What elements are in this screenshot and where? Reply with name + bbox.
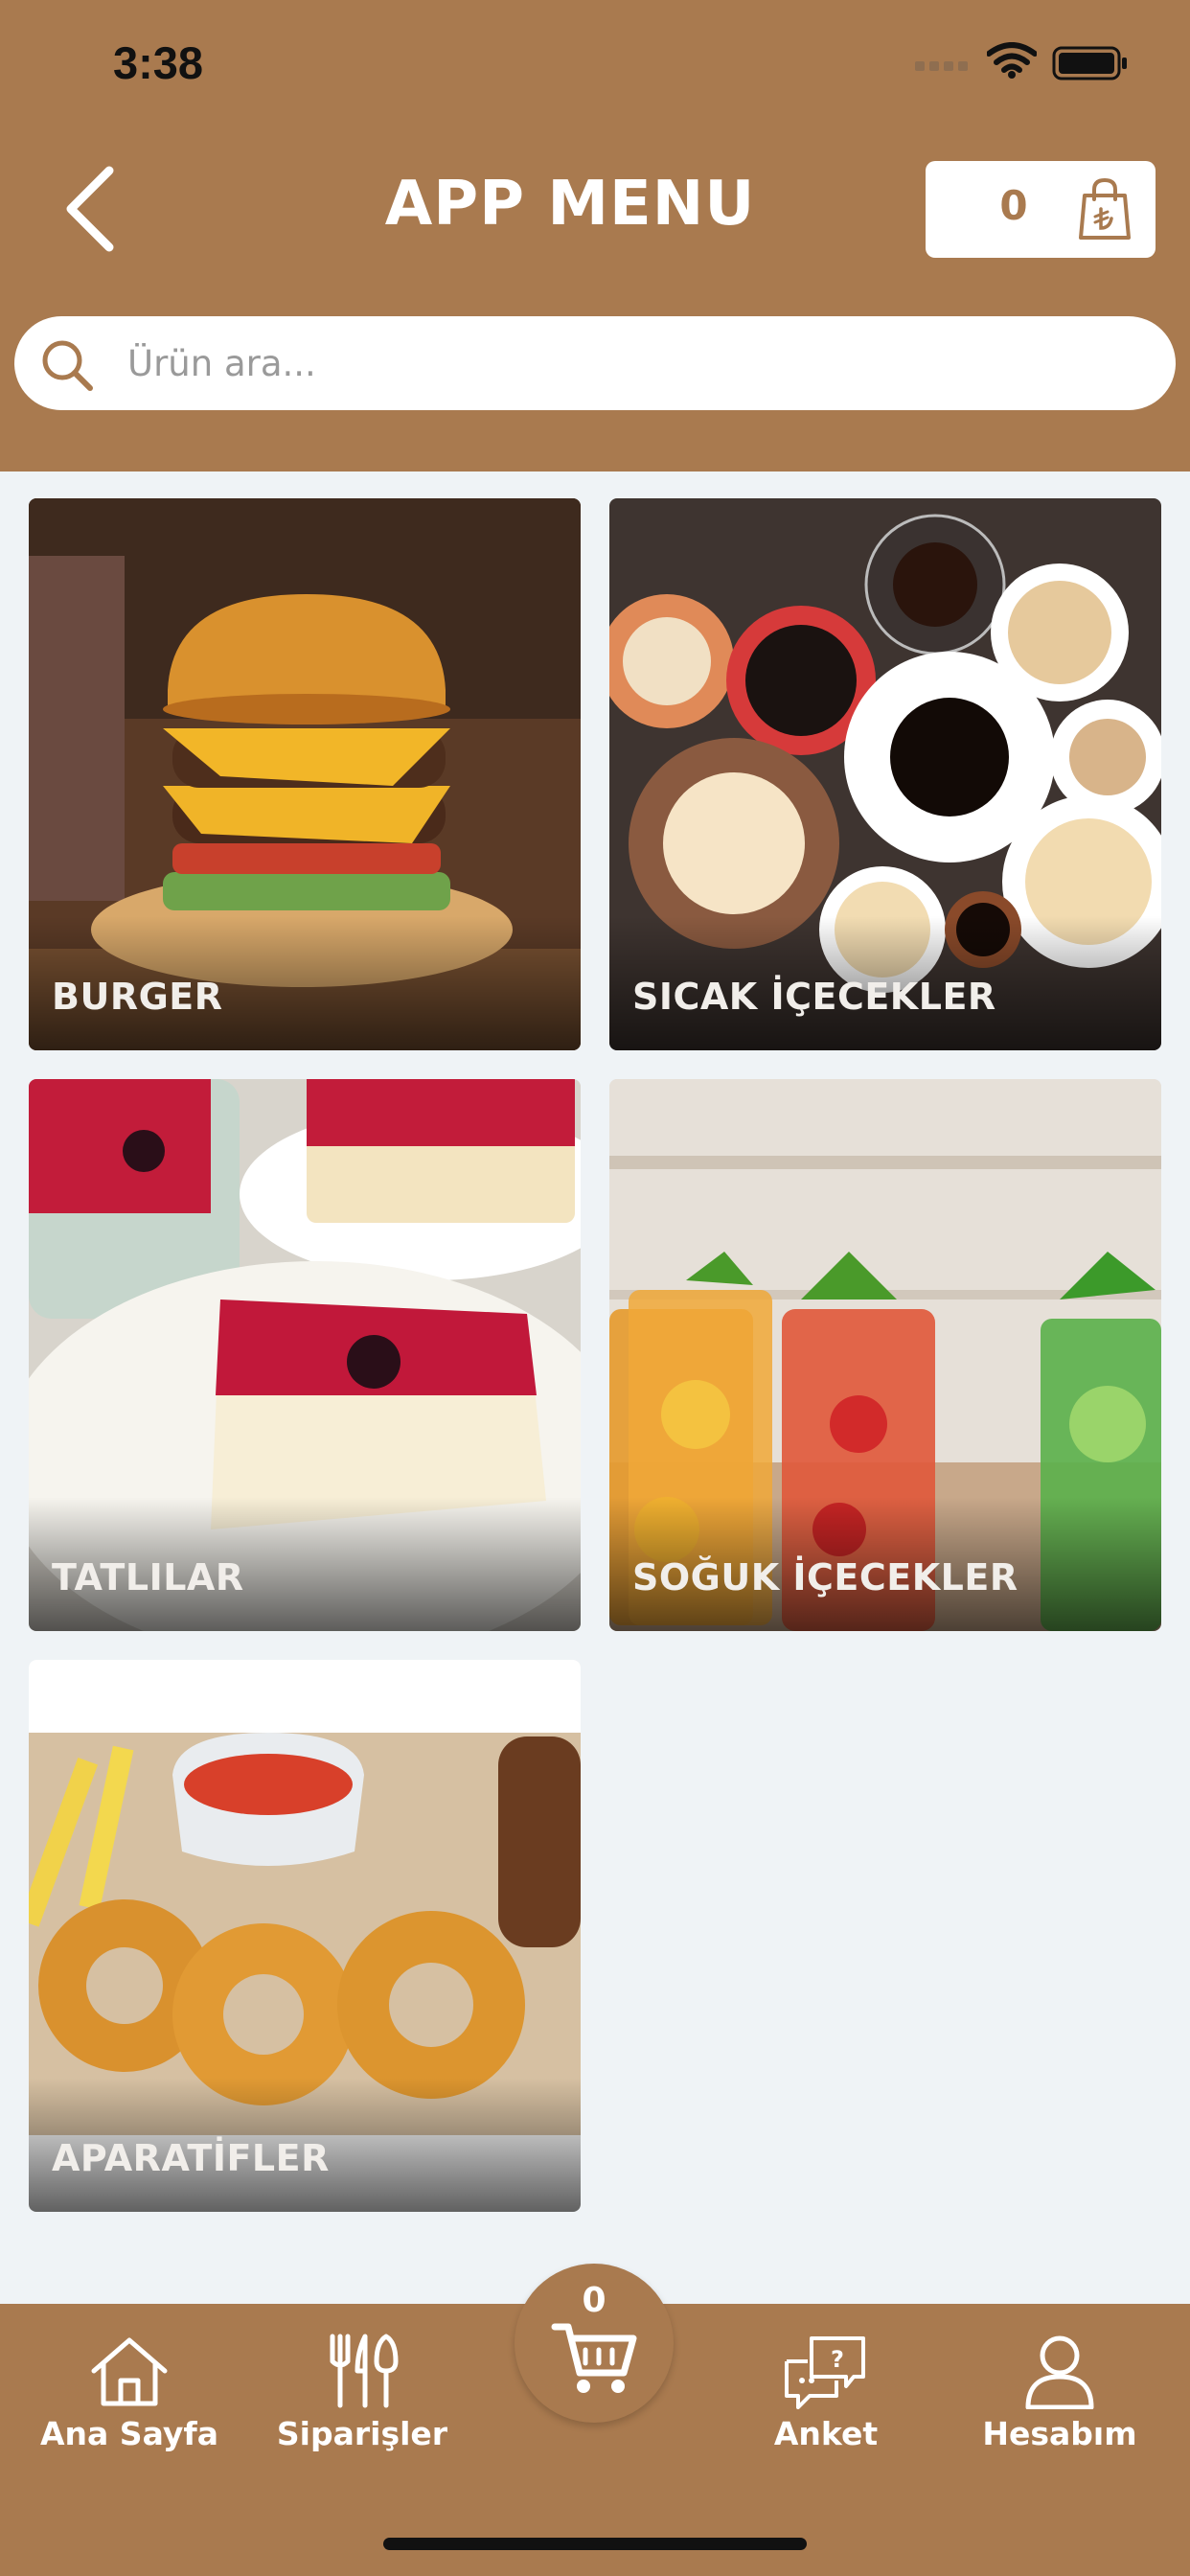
category-card-sicak-icecekler[interactable]: SICAK İÇECEKLER [609,498,1161,1050]
search-bar [14,316,1176,410]
back-button[interactable] [57,161,134,257]
category-card-tatlilar[interactable]: TATLILAR [29,1079,581,1631]
shopping-cart-icon [551,2323,637,2393]
signal-icon [915,61,968,71]
chevron-left-icon [66,166,114,252]
header-cart-button[interactable]: 0 [926,161,1156,258]
category-label: APARATİFLER [52,2137,330,2179]
category-card-burger[interactable]: BURGER [29,498,581,1050]
user-icon [1025,2335,1094,2409]
app-header: 3:38 APP MENU 0 [0,0,1190,472]
page-title: APP MENU [384,169,756,240]
status-time: 3:38 [113,37,204,88]
category-label: TATLILAR [52,1556,244,1598]
chat-question-icon: ? [785,2336,865,2409]
svg-text:?: ? [831,2346,844,2373]
lira-bag-icon [1079,178,1131,240]
cart-fab-button[interactable]: 0 [515,2264,674,2423]
tab-label: Ana Sayfa [40,2415,218,2452]
tab-ana-sayfa[interactable]: Ana Sayfa [24,2333,235,2467]
search-icon [42,340,93,391]
fab-cart-count: 0 [582,2281,606,2320]
battery-icon [1052,46,1127,80]
wifi-icon [987,42,1037,79]
category-label: SOĞUK İÇECEKLER [632,1556,1018,1598]
tab-siparisler[interactable]: Siparişler [257,2333,468,2467]
tab-anket[interactable]: ? Anket [721,2333,931,2467]
tab-hesabim[interactable]: Hesabım [954,2333,1165,2467]
category-label: BURGER [52,976,223,1018]
category-label: SICAK İÇECEKLER [632,976,996,1018]
home-icon [91,2337,168,2406]
cart-count: 0 [999,182,1028,229]
tab-label: Anket [773,2415,879,2452]
category-card-soguk-icecekler[interactable]: SOĞUK İÇECEKLER [609,1079,1161,1631]
tab-label: Siparişler [276,2415,448,2452]
tab-label: Hesabım [982,2415,1137,2452]
home-indicator [383,2538,807,2550]
search-input[interactable] [127,316,1143,410]
cutlery-icon [330,2334,399,2408]
category-card-aparatifler[interactable]: APARATİFLER [29,1660,581,2212]
